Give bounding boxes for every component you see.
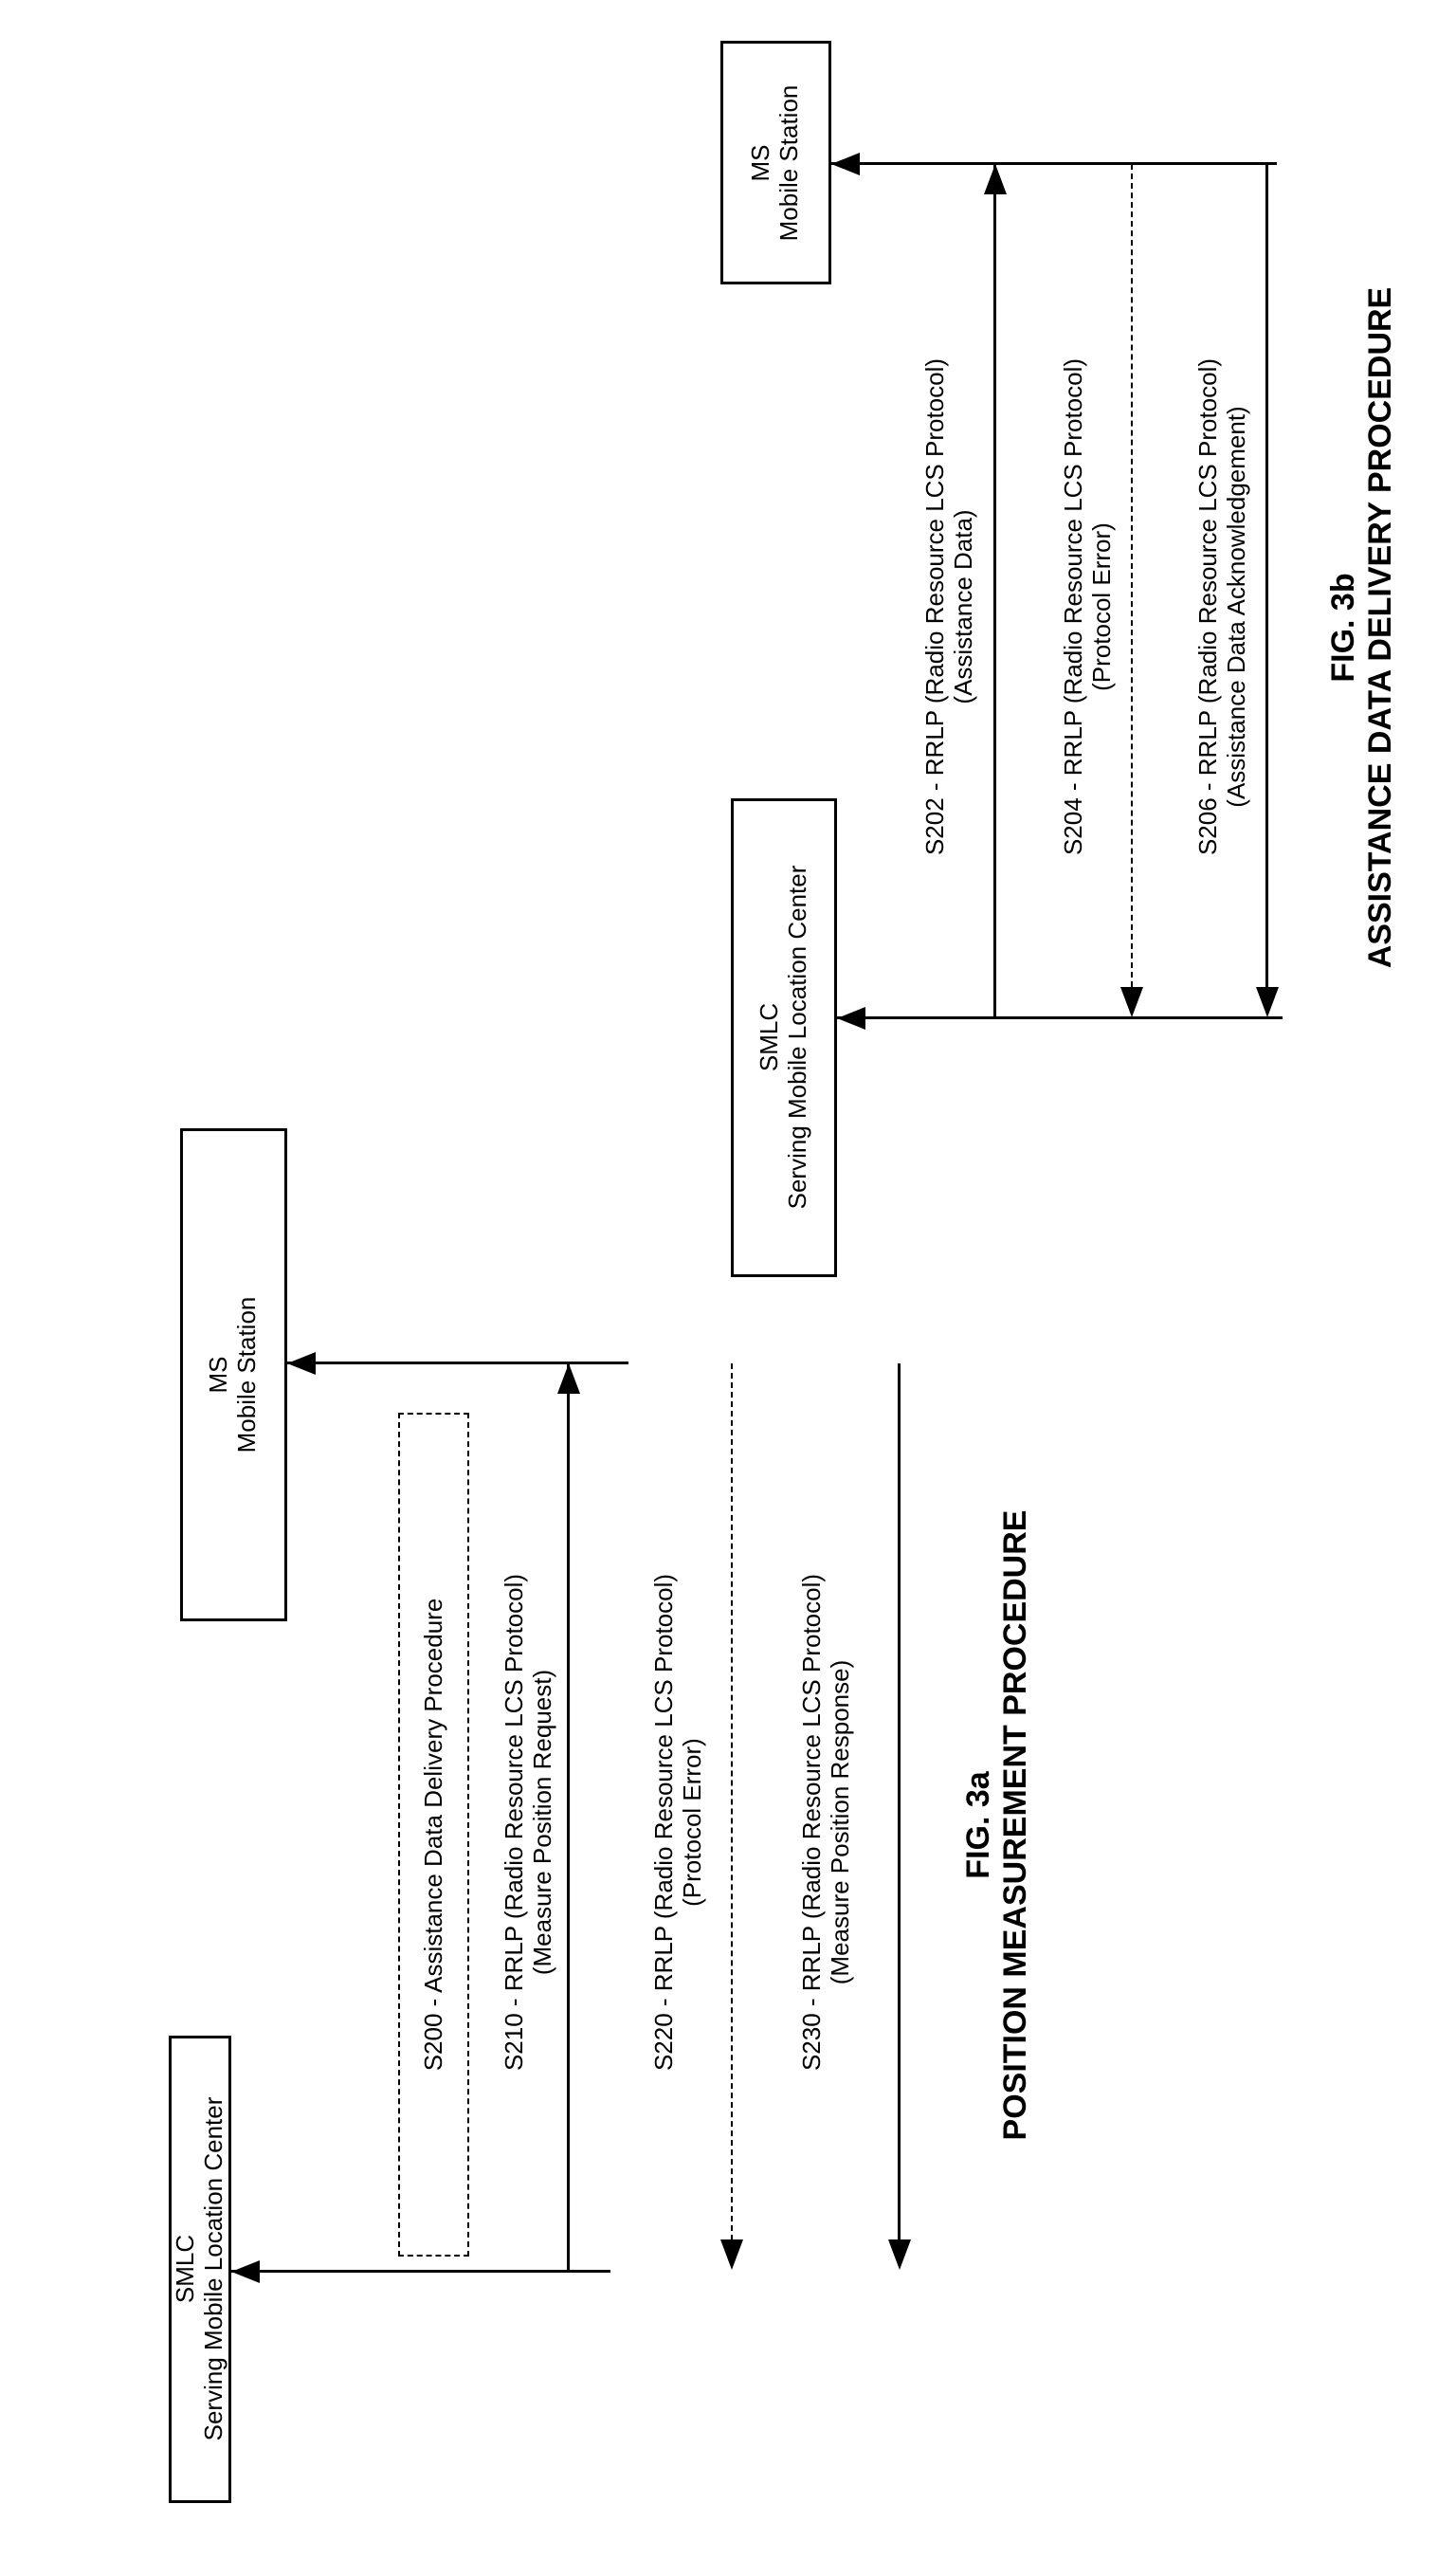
fig3a-s230-line1: S230 - RRLP (Radio Resource LCS Protocol… — [797, 1573, 827, 2072]
fig3a-s210-line2: (Measure Position Request) — [528, 1669, 556, 1976]
fig3a-ms-short: MS — [204, 1356, 233, 1394]
fig3b-s206-label: S206 - RRLP (Radio Resource LCS Protocol… — [1193, 357, 1251, 856]
fig3a-smlc-entity-label: SMLC Serving Mobile Location Center — [171, 2096, 228, 2441]
fig3b-smlc-short: SMLC — [755, 1002, 784, 1072]
fig3a-s220-message-line — [731, 1363, 733, 2240]
fig3b-ms-long: Mobile Station — [774, 84, 803, 242]
fig3b-s202-arrowhead-icon — [984, 164, 1007, 194]
fig3a-s220-line1: S220 - RRLP (Radio Resource LCS Protocol… — [649, 1573, 679, 2072]
fig3b-s202-message-line — [993, 164, 996, 1017]
fig3b-smlc-long: Serving Mobile Location Center — [783, 865, 811, 1210]
fig3b-s206-message-line — [1265, 164, 1268, 987]
fig3b-s206-line2: (Assistance Data Acknowledgement) — [1222, 406, 1250, 808]
fig3a-s230-line2: (Measure Position Response) — [826, 1659, 854, 1985]
fig3a-smlc-arrowhead-icon — [231, 2260, 260, 2283]
fig3b-s206-line1: S206 - RRLP (Radio Resource LCS Protocol… — [1193, 357, 1223, 856]
fig3a-s220-label: S220 - RRLP (Radio Resource LCS Protocol… — [649, 1573, 707, 2072]
fig3a-ms-entity-label: MS Mobile Station — [204, 1296, 262, 1453]
fig3b-ms-arrowhead-icon — [831, 153, 860, 175]
fig3b-figure-label: FIG. 3b — [1324, 573, 1361, 683]
fig3a-smlc-long: Serving Mobile Location Center — [199, 2096, 228, 2441]
fig3b-s202-line1: S202 - RRLP (Radio Resource LCS Protocol… — [920, 357, 950, 856]
fig3b-s204-line2: (Protocol Error) — [1087, 522, 1116, 691]
fig3a-s230-arrowhead-icon — [888, 2239, 911, 2270]
fig3b-smlc-entity-label: SMLC Serving Mobile Location Center — [755, 866, 812, 1210]
fig3b-smlc-arrowhead-icon — [837, 1007, 865, 1030]
fig3b-s204-line1: S204 - RRLP (Radio Resource LCS Protocol… — [1059, 357, 1088, 856]
fig3b-smlc-lifeline — [837, 1016, 1283, 1019]
fig3a-title: POSITION MEASUREMENT PROCEDURE — [997, 1509, 1033, 2141]
fig3a-s200-label: S200 - Assistance Data Delivery Procedur… — [419, 1598, 448, 2072]
fig3b-title: ASSISTANCE DATA DELIVERY PROCEDURE — [1362, 286, 1398, 969]
fig3b-s202-label: S202 - RRLP (Radio Resource LCS Protocol… — [920, 357, 978, 856]
fig3a-s220-line2: (Protocol Error) — [678, 1738, 706, 1907]
fig3a-s210-line1: S210 - RRLP (Radio Resource LCS Protocol… — [500, 1573, 529, 2072]
fig3a-ms-arrowhead-icon — [287, 1352, 316, 1375]
fig3a-ms-long: Mobile Station — [232, 1296, 261, 1453]
fig3b-s204-message-line — [1131, 164, 1133, 987]
fig3a-s220-arrowhead-icon — [720, 2239, 743, 2270]
fig3a-s210-arrowhead-icon — [557, 1363, 580, 1394]
fig3a-s210-label: S210 - RRLP (Radio Resource LCS Protocol… — [500, 1574, 557, 2071]
fig3a-figure-label: FIG. 3a — [959, 1771, 996, 1879]
fig3b-s204-arrowhead-icon — [1120, 987, 1143, 1017]
fig3b-s204-label: S204 - RRLP (Radio Resource LCS Protocol… — [1059, 357, 1117, 856]
fig3a-s230-label: S230 - RRLP (Radio Resource LCS Protocol… — [797, 1573, 855, 2072]
fig3a-s210-message-line — [567, 1363, 570, 2270]
fig3a-caption: FIG. 3a POSITION MEASUREMENT PROCEDURE — [960, 1510, 1034, 2141]
fig3b-caption: FIG. 3b ASSISTANCE DATA DELIVERY PROCEDU… — [1325, 287, 1399, 968]
fig3a-smlc-short: SMLC — [171, 2234, 200, 2304]
fig3b-ms-lifeline — [831, 162, 1277, 165]
fig3a-smlc-lifeline — [231, 2270, 610, 2273]
fig3b-ms-short: MS — [746, 144, 775, 182]
fig3b-s202-line2: (Assistance Data) — [949, 509, 977, 704]
fig3a-s230-message-line — [898, 1363, 901, 2240]
fig3b-ms-entity-label: MS Mobile Station — [746, 84, 804, 242]
fig3b-s206-arrowhead-icon — [1256, 987, 1279, 1017]
